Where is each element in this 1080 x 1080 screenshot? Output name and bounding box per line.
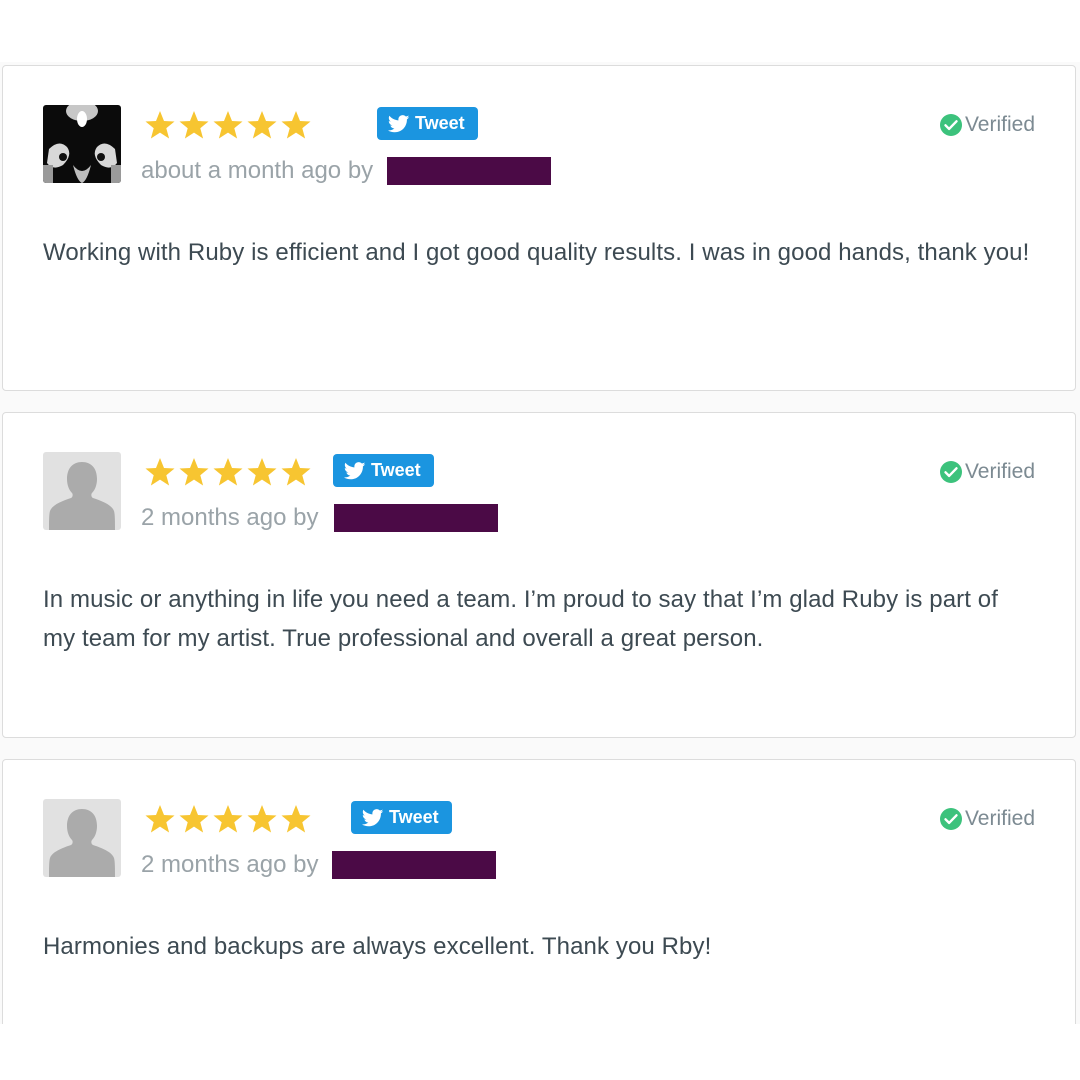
tweet-button[interactable]: Tweet bbox=[351, 801, 452, 834]
twitter-bird-icon bbox=[344, 461, 366, 480]
star-icon bbox=[279, 108, 313, 142]
check-circle-icon bbox=[939, 807, 963, 831]
tweet-button[interactable]: Tweet bbox=[377, 107, 478, 140]
verified-label: Verified bbox=[964, 460, 1035, 483]
star-icon bbox=[143, 455, 177, 489]
page: Tweet Verified about a month ago by Work… bbox=[0, 0, 1080, 1080]
review-card: Tweet Verified about a month ago by Work… bbox=[2, 65, 1076, 391]
twitter-bird-icon bbox=[362, 808, 384, 827]
redacted-reviewer-name bbox=[334, 504, 499, 532]
tweet-label: Tweet bbox=[415, 113, 465, 133]
review-card: Tweet Verified 2 months ago by In music … bbox=[2, 412, 1076, 738]
tweet-label: Tweet bbox=[371, 460, 421, 480]
verified-label: Verified bbox=[964, 113, 1035, 136]
star-icon bbox=[245, 108, 279, 142]
tweet-label: Tweet bbox=[389, 807, 439, 827]
review-date: 2 months ago by bbox=[141, 504, 319, 531]
star-icon bbox=[279, 802, 313, 836]
review-meta: 2 months ago by bbox=[141, 504, 499, 532]
tweet-button[interactable]: Tweet bbox=[333, 454, 434, 487]
check-circle-icon bbox=[939, 113, 963, 137]
star-icon bbox=[143, 802, 177, 836]
dark-photo-avatar-icon bbox=[43, 105, 121, 183]
redacted-reviewer-name bbox=[332, 851, 497, 879]
star-icon bbox=[245, 802, 279, 836]
star-icon bbox=[177, 108, 211, 142]
verified-label: Verified bbox=[964, 807, 1035, 830]
reviewer-avatar bbox=[43, 452, 121, 530]
star-icon bbox=[177, 802, 211, 836]
reviewer-avatar bbox=[43, 105, 121, 183]
reviews-list: Tweet Verified about a month ago by Work… bbox=[0, 62, 1080, 1024]
default-person-avatar-icon bbox=[43, 452, 121, 530]
review-card: Tweet Verified 2 months ago by Harmonies… bbox=[2, 759, 1076, 1024]
star-icon bbox=[211, 108, 245, 142]
default-person-avatar-icon bbox=[43, 799, 121, 877]
review-body: Working with Ruby is efficient and I got… bbox=[43, 239, 1030, 266]
redacted-reviewer-name bbox=[387, 157, 552, 185]
reviewer-avatar bbox=[43, 799, 121, 877]
review-meta: about a month ago by bbox=[141, 157, 552, 185]
verified-badge: Verified bbox=[939, 807, 1035, 831]
star-icon bbox=[279, 455, 313, 489]
review-meta: 2 months ago by bbox=[141, 851, 497, 879]
star-rating bbox=[143, 455, 313, 489]
review-date: 2 months ago by bbox=[141, 851, 319, 878]
star-rating bbox=[143, 802, 313, 836]
verified-badge: Verified bbox=[939, 460, 1035, 484]
review-body: Harmonies and backups are always excelle… bbox=[43, 933, 712, 960]
review-body: In music or anything in life you need a … bbox=[43, 586, 999, 652]
check-circle-icon bbox=[939, 460, 963, 484]
star-icon bbox=[211, 802, 245, 836]
verified-badge: Verified bbox=[939, 113, 1035, 137]
star-icon bbox=[143, 108, 177, 142]
star-rating bbox=[143, 108, 313, 142]
star-icon bbox=[245, 455, 279, 489]
review-date: about a month ago by bbox=[141, 157, 374, 184]
twitter-bird-icon bbox=[388, 114, 410, 133]
star-icon bbox=[177, 455, 211, 489]
star-icon bbox=[211, 455, 245, 489]
